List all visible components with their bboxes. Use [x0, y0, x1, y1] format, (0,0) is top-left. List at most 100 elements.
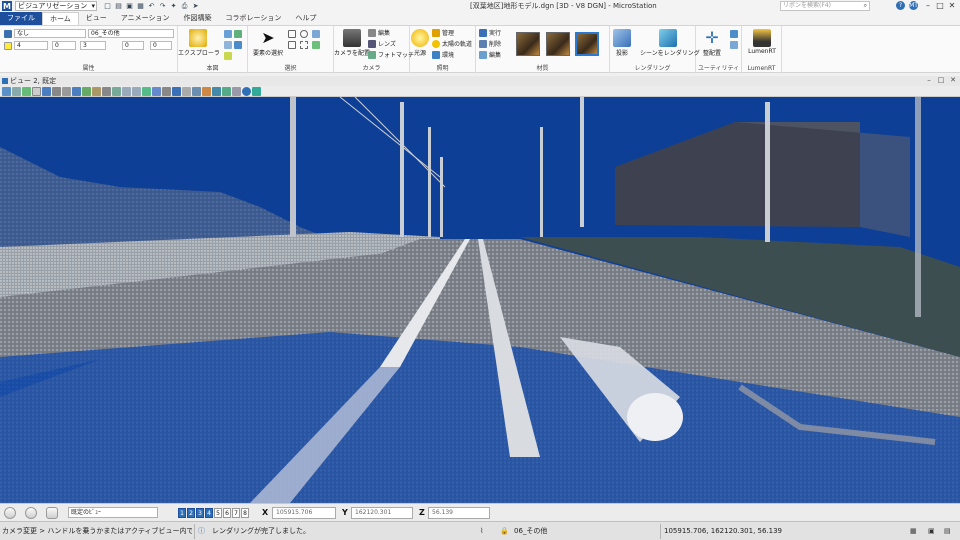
view-toggle-4[interactable]: 4	[205, 508, 213, 518]
globe-icon[interactable]	[242, 87, 251, 96]
view-toggle-7[interactable]: 7	[232, 508, 240, 518]
z-coordinate-field[interactable]: 56.139	[428, 507, 490, 519]
arrange-button[interactable]: ✛ 整配置	[692, 29, 732, 58]
environment-button[interactable]: 環境	[432, 50, 454, 59]
view-maximize-icon[interactable]: □	[936, 76, 946, 85]
update-view-icon[interactable]	[42, 87, 51, 96]
lighting-mode-icon[interactable]	[202, 87, 211, 96]
view-display-mode-icon[interactable]	[212, 87, 221, 96]
help-icon[interactable]: ?	[896, 1, 905, 10]
view-toggle-2[interactable]: 2	[187, 508, 195, 518]
fit-view-icon[interactable]	[82, 87, 91, 96]
window-area-icon[interactable]	[72, 87, 81, 96]
view-toggle-3[interactable]: 3	[196, 508, 204, 518]
priority-field[interactable]: 0	[150, 41, 172, 50]
undo-icon[interactable]: ↶	[147, 2, 156, 11]
view-close-icon[interactable]: ✕	[948, 76, 958, 85]
lumenrt-button[interactable]: LumenRT	[742, 29, 782, 55]
select-circle-icon[interactable]	[300, 30, 308, 38]
view-toggle-8[interactable]: 8	[241, 508, 249, 518]
search-icon[interactable]: ⌕	[864, 2, 867, 10]
pan-view-icon[interactable]	[102, 87, 111, 96]
render-mode-icon[interactable]	[192, 87, 201, 96]
solar-path-button[interactable]: 太陽の軌道	[432, 39, 472, 48]
element-selection-button[interactable]: ➤ 要素の選択	[248, 29, 288, 58]
tab-collaboration[interactable]: コラボレーション	[219, 12, 289, 25]
light-manage-button[interactable]: 管理	[432, 28, 454, 37]
display-style-icon[interactable]	[12, 87, 21, 96]
save-icon[interactable]: ▣	[125, 2, 134, 11]
view-minimize-icon[interactable]: –	[924, 76, 934, 85]
zoom-in-icon[interactable]	[52, 87, 61, 96]
tab-help[interactable]: ヘルプ	[288, 12, 323, 25]
microstation-logo-icon[interactable]: M	[2, 1, 12, 11]
toggle-fill-icon[interactable]	[222, 87, 231, 96]
minimize-icon[interactable]: –	[922, 0, 934, 12]
forward-button[interactable]	[25, 507, 37, 519]
camera-edit-button[interactable]: 編集	[368, 28, 390, 37]
fence-icon[interactable]	[300, 41, 308, 49]
lens-button[interactable]: レンズ	[368, 39, 396, 48]
map-icon[interactable]	[252, 87, 261, 96]
select-level-icon[interactable]	[312, 30, 320, 38]
utility-tool-icon-1[interactable]	[730, 30, 738, 38]
tab-view[interactable]: ビュー	[79, 12, 114, 25]
named-views-icon[interactable]	[232, 87, 241, 96]
references-icon[interactable]	[234, 30, 242, 38]
style-select[interactable]: 3	[80, 41, 106, 50]
transparency-field[interactable]: 0	[122, 41, 144, 50]
level-name-select[interactable]: 06_その他	[88, 29, 174, 38]
projection-button[interactable]: 投影	[602, 29, 642, 57]
select-block-icon[interactable]	[288, 30, 296, 38]
y-coordinate-field[interactable]: 162120.301	[351, 507, 413, 519]
level-select[interactable]: なし	[14, 29, 86, 38]
view-toggle-6[interactable]: 6	[223, 508, 231, 518]
material-thumbnail-2[interactable]	[546, 32, 570, 56]
user-avatar[interactable]: MT	[909, 1, 918, 10]
new-file-icon[interactable]: □	[103, 2, 112, 11]
next-view-icon[interactable]	[132, 87, 141, 96]
explorer-button[interactable]: エクスプローラ	[178, 29, 220, 57]
select-shape-icon[interactable]	[288, 41, 296, 49]
material-apply-button[interactable]: 実行	[479, 28, 501, 37]
accusnap-icon[interactable]: ▣	[928, 522, 940, 540]
tab-drawing[interactable]: 作図構築	[177, 12, 219, 25]
view-select[interactable]: 既定のﾋﾞｭｰ	[68, 507, 158, 518]
material-edit-button[interactable]: 編集	[479, 50, 501, 59]
redo-icon[interactable]: ↷	[158, 2, 167, 11]
material-delete-button[interactable]: 削除	[479, 39, 501, 48]
print-icon[interactable]: ⎙	[180, 2, 189, 11]
previous-view-icon[interactable]	[122, 87, 131, 96]
weight-select[interactable]: 0	[52, 41, 76, 50]
camera-view-icon[interactable]	[152, 87, 161, 96]
view-settings-icon[interactable]	[22, 87, 31, 96]
maximize-icon[interactable]: □	[934, 0, 946, 12]
utility-tool-icon-2[interactable]	[730, 41, 738, 49]
open-folder-icon[interactable]: ▤	[114, 2, 123, 11]
levels-icon[interactable]	[224, 41, 232, 49]
back-button[interactable]	[4, 507, 16, 519]
color-swatch[interactable]	[4, 42, 12, 50]
clip-volume-icon[interactable]	[162, 87, 171, 96]
place-camera-button[interactable]: カメラを配置	[332, 29, 372, 57]
workspace-select[interactable]: ビジュアリゼーション	[15, 1, 97, 11]
lock-icon[interactable]: 🔒	[500, 522, 512, 540]
models-icon[interactable]	[224, 30, 232, 38]
material-thumbnail-3[interactable]	[575, 32, 599, 56]
view-rotation-icon[interactable]	[172, 87, 181, 96]
tab-file[interactable]: ファイル	[0, 12, 42, 25]
display-icon[interactable]	[234, 41, 242, 49]
tab-animation[interactable]: アニメーション	[114, 12, 177, 25]
render-scene-button[interactable]: シーンをレンダリング	[640, 29, 700, 57]
properties-icon[interactable]	[224, 52, 232, 60]
view-toggle-1[interactable]: 1	[178, 508, 186, 518]
snap-icon[interactable]: ▦	[910, 522, 922, 540]
view-toggle-5[interactable]: 5	[214, 508, 222, 518]
chart-icon[interactable]: ⌇	[480, 522, 494, 540]
view-attributes-icon[interactable]	[2, 87, 11, 96]
zoom-out-icon[interactable]	[62, 87, 71, 96]
x-coordinate-field[interactable]: 105915.706	[272, 507, 336, 519]
clip-mask-icon[interactable]	[182, 87, 191, 96]
tab-home[interactable]: ホーム	[42, 12, 79, 25]
save-all-icon[interactable]: ▦	[136, 2, 145, 11]
